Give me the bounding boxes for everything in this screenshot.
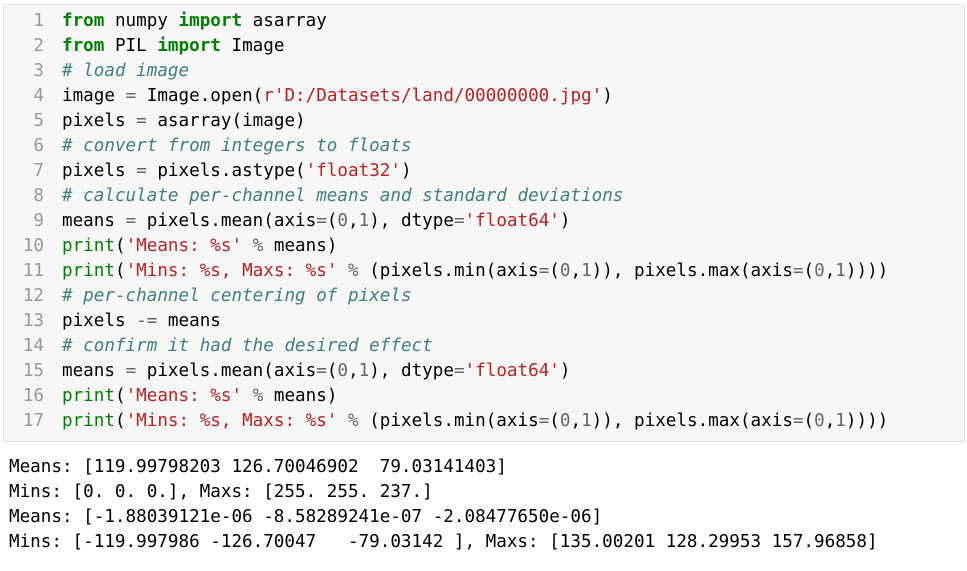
code-text: means = pixels.mean(axis=(0,1), dtype='f… — [62, 361, 571, 381]
line-number: 7 — [33, 161, 44, 181]
code-line-15[interactable]: 15 means = pixels.mean(axis=(0,1), dtype=… — [4, 359, 571, 384]
code-line-10[interactable]: 10 print('Means: %s' % means) — [4, 234, 338, 259]
code-text: from numpy import asarray — [62, 11, 327, 31]
cell-output: Means: [119.99798203 126.70046902 79.031… — [9, 455, 964, 567]
line-number: 13 — [22, 311, 44, 331]
line-number: 1 — [33, 11, 44, 31]
code-text: pixels -= means — [62, 311, 221, 331]
code-line-14[interactable]: 14 # confirm it had the desired effect — [4, 334, 433, 359]
line-number: 11 — [22, 261, 44, 281]
code-text: pixels = asarray(image) — [62, 111, 306, 131]
line-number: 8 — [33, 186, 44, 206]
code-line-17[interactable]: 17 print('Mins: %s, Maxs: %s' % (pixels.m… — [4, 409, 888, 434]
code-line-4[interactable]: 4 image = Image.open(r'D:/Datasets/land/0… — [4, 84, 613, 109]
code-text: print('Means: %s' % means) — [62, 236, 338, 256]
code-text: # confirm it had the desired effect — [62, 336, 433, 356]
code-text: # per-channel centering of pixels — [62, 286, 412, 306]
line-number: 4 — [33, 86, 44, 106]
line-number: 16 — [22, 386, 44, 406]
code-text: means = pixels.mean(axis=(0,1), dtype='f… — [62, 211, 571, 231]
line-number: 9 — [33, 211, 44, 231]
code-text: # load image — [62, 61, 190, 81]
line-number: 2 — [33, 36, 44, 56]
line-number: 5 — [33, 111, 44, 131]
code-line-9[interactable]: 9 means = pixels.mean(axis=(0,1), dtype='… — [4, 209, 570, 234]
code-line-8[interactable]: 8 # calculate per-channel means and stand… — [4, 184, 623, 209]
code-text: print('Mins: %s, Maxs: %s' % (pixels.min… — [62, 411, 889, 431]
code-line-2[interactable]: 2 from PIL import Image — [4, 34, 284, 59]
code-text: # convert from integers to floats — [62, 136, 412, 156]
line-number: 14 — [22, 336, 44, 356]
line-number: 15 — [22, 361, 44, 381]
line-number: 17 — [22, 411, 44, 431]
code-line-1[interactable]: 1 from numpy import asarray — [4, 9, 327, 34]
code-text: from PIL import Image — [62, 36, 285, 56]
code-text: image = Image.open(r'D:/Datasets/land/00… — [62, 86, 613, 106]
code-text: # calculate per-channel means and standa… — [62, 186, 624, 206]
line-number: 10 — [22, 236, 44, 256]
code-cell[interactable]: 1 from numpy import asarray 2 from PIL imp… — [3, 4, 965, 442]
code-line-6[interactable]: 6 # convert from integers to floats — [4, 134, 412, 159]
code-line-12[interactable]: 12 # per-channel centering of pixels — [4, 284, 412, 309]
code-text: print('Mins: %s, Maxs: %s' % (pixels.min… — [62, 261, 889, 281]
line-number: 12 — [22, 286, 44, 306]
output-line: Mins: [0. 0. 0.], Maxs: [255. 255. 237.] — [9, 482, 433, 502]
code-line-3[interactable]: 3 # load image — [4, 59, 189, 84]
line-number: 6 — [33, 136, 44, 156]
code-line-7[interactable]: 7 pixels = pixels.astype('float32') — [4, 159, 412, 184]
line-number: 3 — [33, 61, 44, 81]
code-text: pixels = pixels.astype('float32') — [62, 161, 412, 181]
code-text: print('Means: %s' % means) — [62, 386, 338, 406]
code-line-13[interactable]: 13 pixels -= means — [4, 309, 221, 334]
code-line-5[interactable]: 5 pixels = asarray(image) — [4, 109, 306, 134]
output-line: Means: [-1.88039121e-06 -8.58289241e-07 … — [9, 507, 603, 527]
output-line: Means: [119.99798203 126.70046902 79.031… — [9, 457, 507, 477]
code-line-16[interactable]: 16 print('Means: %s' % means) — [4, 384, 338, 409]
code-line-11[interactable]: 11 print('Mins: %s, Maxs: %s' % (pixels.m… — [4, 259, 888, 284]
output-line: Mins: [-119.997986 -126.70047 -79.03142 … — [9, 532, 878, 552]
